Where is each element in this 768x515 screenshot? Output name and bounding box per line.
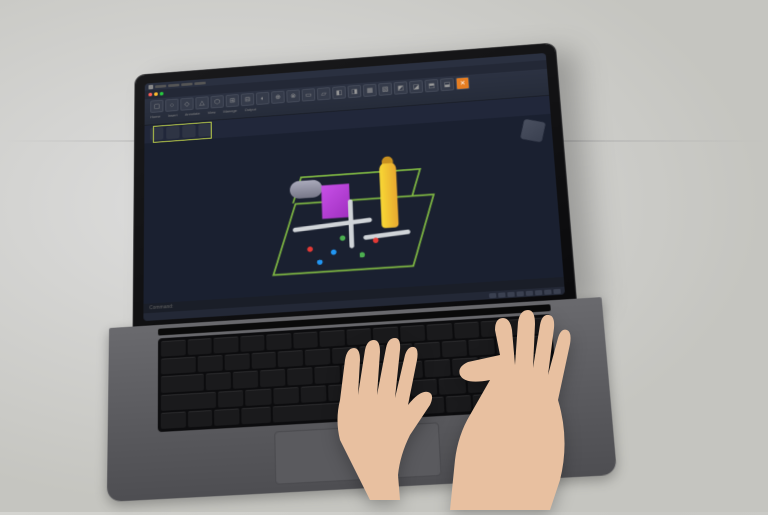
tool-button-highlighted[interactable]: ✕ — [455, 77, 469, 90]
window-controls — [148, 92, 163, 97]
ribbon-tab[interactable]: Manage — [223, 108, 237, 113]
valve-marker — [359, 252, 365, 258]
menu-item[interactable] — [181, 82, 192, 85]
status-toggle[interactable] — [544, 289, 552, 294]
status-toggle[interactable] — [516, 291, 523, 296]
tool-button[interactable]: ⊞ — [226, 94, 239, 107]
tool-button[interactable]: ⊗ — [286, 89, 300, 102]
tool-button[interactable]: ◧ — [332, 86, 346, 99]
subtool-button[interactable] — [166, 126, 179, 139]
horizontal-cylinder — [290, 179, 323, 199]
tool-button[interactable]: ◨ — [347, 85, 361, 98]
menu-item[interactable] — [194, 81, 205, 84]
tool-button[interactable]: ▧ — [378, 82, 392, 95]
status-toggle[interactable] — [498, 292, 505, 297]
subtool-button[interactable] — [182, 125, 195, 138]
minimize-icon[interactable] — [154, 92, 158, 96]
status-toggle[interactable] — [553, 288, 561, 293]
tool-button[interactable]: △ — [195, 96, 208, 109]
close-icon[interactable] — [148, 93, 152, 97]
status-toggle[interactable] — [535, 290, 543, 295]
screen-bezel: ▢ ○ ◇ △ ⬡ ⊞ ⊟ ◐ ⊕ ⊗ ▭ ▱ ◧ ◨ ▦ ▧ ◩ — [134, 43, 577, 331]
viewcube-icon[interactable] — [520, 119, 546, 142]
maximize-icon[interactable] — [160, 92, 164, 96]
left-hand — [280, 300, 450, 500]
tool-button[interactable]: ⊕ — [271, 91, 285, 104]
tool-button[interactable]: ◩ — [394, 81, 408, 94]
subtool-button[interactable] — [150, 127, 163, 140]
right-hand — [440, 300, 620, 510]
control-block — [321, 184, 350, 219]
tool-button[interactable]: ⬒ — [424, 79, 438, 92]
vertical-vessel — [379, 161, 399, 228]
tool-button[interactable]: ○ — [165, 99, 178, 112]
cad-application-window: ▢ ○ ◇ △ ⬡ ⊞ ⊟ ◐ ⊕ ⊗ ▭ ▱ ◧ ◨ ▦ ▧ ◩ — [143, 53, 565, 321]
ribbon-tab[interactable]: Home — [150, 114, 160, 119]
viewport-3d[interactable] — [143, 114, 563, 304]
ribbon-tab[interactable]: View — [208, 110, 216, 115]
tool-button[interactable]: ▢ — [150, 100, 163, 113]
ribbon-tab[interactable]: Annotate — [185, 111, 200, 117]
tool-button[interactable]: ⬡ — [211, 95, 224, 108]
tool-button[interactable]: ⬓ — [440, 78, 454, 91]
menu-item[interactable] — [168, 83, 179, 86]
ribbon-tab[interactable]: Insert — [168, 113, 177, 118]
ribbon-tab[interactable]: Output — [245, 107, 257, 112]
tool-button[interactable]: ◇ — [180, 97, 193, 110]
status-toggle[interactable] — [526, 290, 534, 295]
tool-button[interactable]: ▦ — [363, 84, 377, 97]
subtool-button[interactable] — [198, 123, 211, 136]
apple-menu-icon[interactable] — [148, 84, 153, 89]
status-toggle[interactable] — [507, 291, 514, 296]
status-toggle[interactable] — [489, 292, 496, 297]
menu-item[interactable] — [155, 84, 166, 87]
tool-button[interactable]: ◪ — [409, 80, 423, 93]
tool-button[interactable]: ▱ — [317, 87, 331, 100]
tool-button[interactable]: ▭ — [302, 88, 316, 101]
tool-button[interactable]: ⊟ — [241, 93, 254, 106]
tool-button[interactable]: ◐ — [256, 92, 270, 105]
